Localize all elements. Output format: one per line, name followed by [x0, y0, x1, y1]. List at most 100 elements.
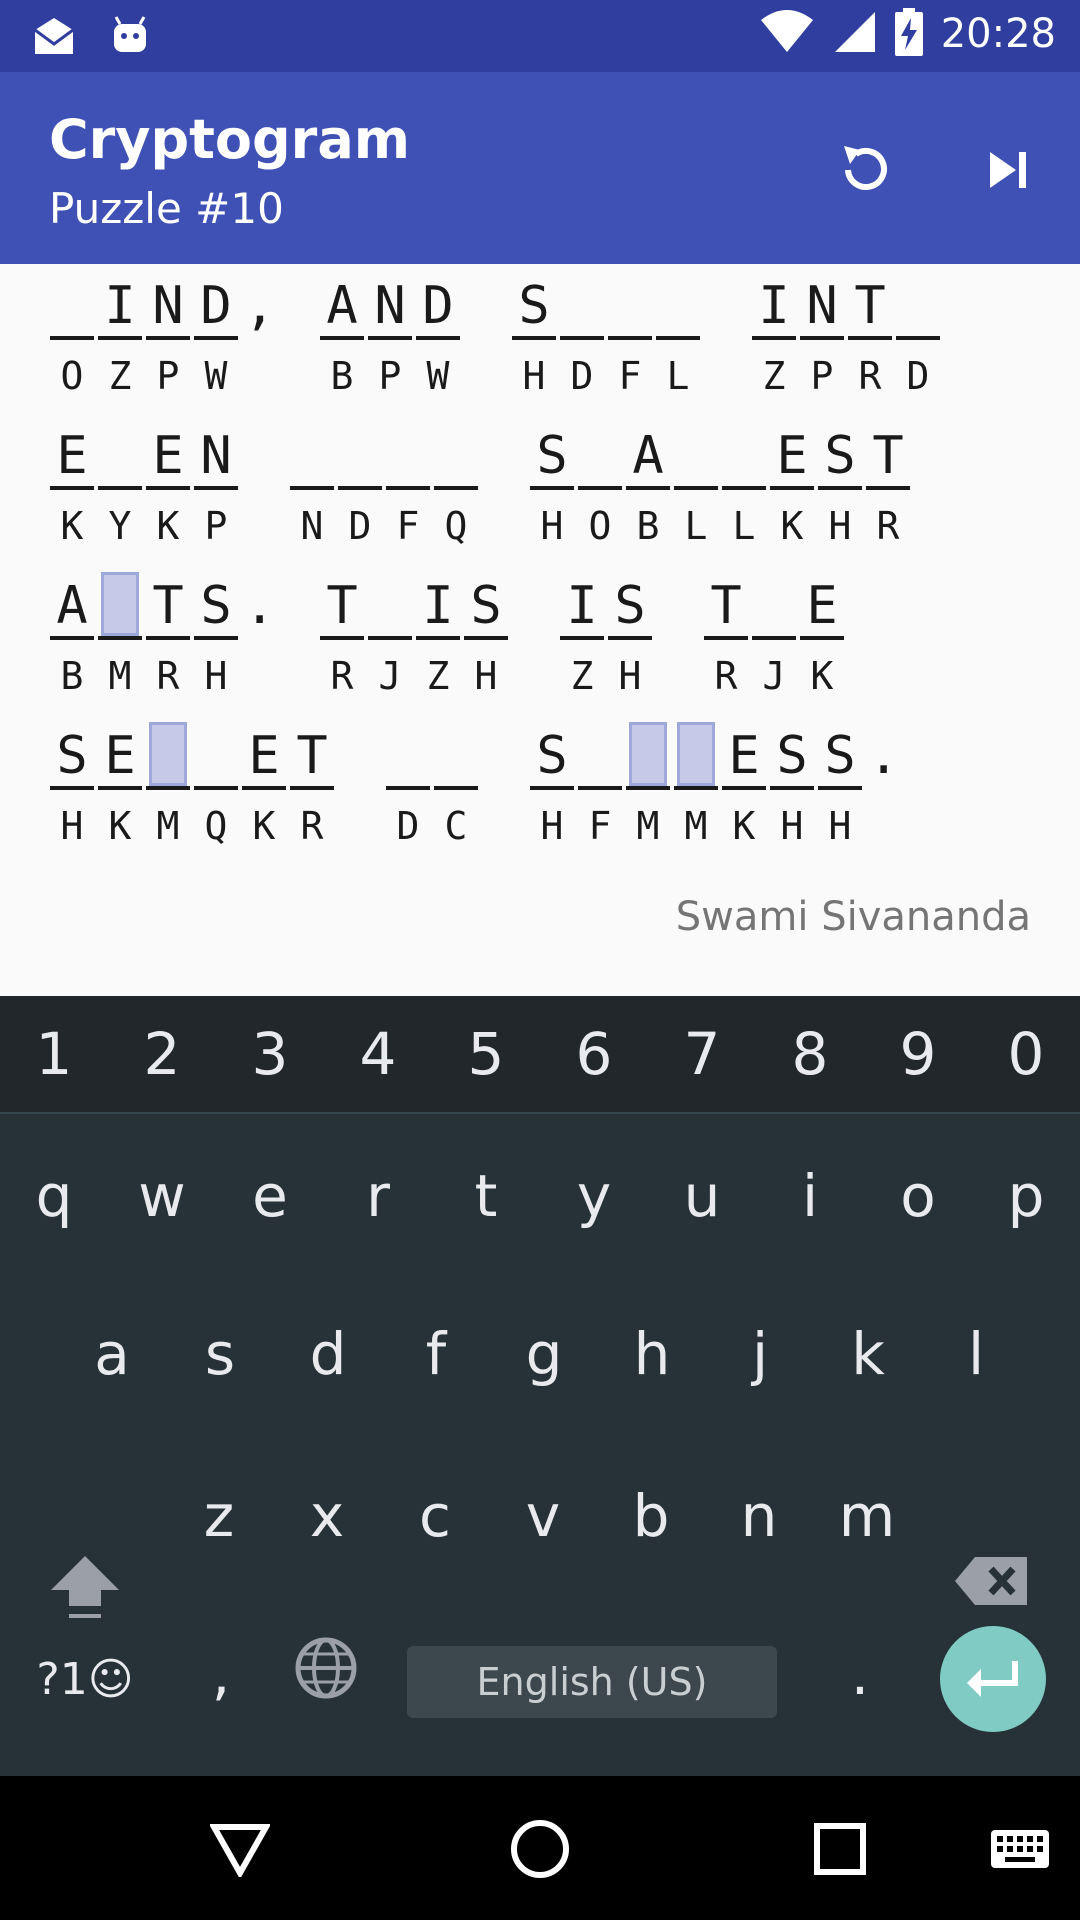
letter-underline	[98, 486, 142, 490]
comma-key[interactable]: ,	[196, 1634, 246, 1714]
key-4[interactable]: 4	[324, 1014, 432, 1094]
key-g[interactable]: g	[490, 1314, 598, 1394]
key-t[interactable]: t	[432, 1156, 540, 1236]
key-w[interactable]: w	[108, 1156, 216, 1236]
letter-underline	[608, 636, 652, 640]
key-n[interactable]: n	[705, 1476, 813, 1556]
letter-underline	[242, 786, 286, 790]
key-e[interactable]: e	[216, 1156, 324, 1236]
plain-letter	[50, 276, 94, 336]
plain-letter: N	[152, 276, 184, 336]
cipher-letter: H	[618, 654, 642, 698]
letter-underline	[674, 486, 718, 490]
key-1[interactable]: 1	[0, 1014, 108, 1094]
letter-underline	[194, 636, 238, 640]
key-7[interactable]: 7	[648, 1014, 756, 1094]
key-d[interactable]: d	[274, 1314, 382, 1394]
key-z[interactable]: z	[165, 1476, 273, 1556]
back-icon	[210, 1824, 270, 1877]
letter-underline	[722, 486, 766, 490]
plain-letter: E	[806, 576, 838, 636]
period-key[interactable]: .	[830, 1634, 890, 1714]
key-0[interactable]: 0	[972, 1014, 1080, 1094]
key-f[interactable]: f	[382, 1314, 490, 1394]
cipher-letter: B	[636, 504, 660, 548]
symbols-key[interactable]: ?1☺	[20, 1640, 150, 1720]
key-r[interactable]: r	[324, 1156, 432, 1236]
shift-key[interactable]	[40, 1546, 130, 1626]
recents-button[interactable]	[795, 1804, 885, 1894]
cipher-letter: H	[828, 504, 852, 548]
skip-next-button[interactable]	[960, 122, 1056, 218]
cipher-letter: B	[60, 654, 84, 698]
cipher-letter: H	[474, 654, 498, 698]
key-s[interactable]: s	[166, 1314, 274, 1394]
punctuation: .	[244, 576, 276, 636]
letter-underline	[578, 486, 622, 490]
space-key[interactable]: English (US)	[407, 1646, 777, 1718]
plain-letter	[386, 726, 430, 786]
cipher-letter: K	[60, 504, 84, 548]
letter-underline	[434, 786, 478, 790]
letter-underline	[722, 786, 766, 790]
key-o[interactable]: o	[864, 1156, 972, 1236]
key-v[interactable]: v	[489, 1476, 597, 1556]
plain-letter	[896, 276, 940, 336]
plain-letter: S	[824, 426, 856, 486]
key-9[interactable]: 9	[864, 1014, 972, 1094]
key-m[interactable]: m	[813, 1476, 921, 1556]
key-h[interactable]: h	[598, 1314, 706, 1394]
cipher-letter: P	[378, 354, 402, 398]
key-b[interactable]: b	[597, 1476, 705, 1556]
language-key[interactable]	[286, 1636, 366, 1716]
plain-letter: E	[56, 426, 88, 486]
key-l[interactable]: l	[922, 1314, 1030, 1394]
key-u[interactable]: u	[648, 1156, 756, 1236]
key-k[interactable]: k	[814, 1314, 922, 1394]
key-3[interactable]: 3	[216, 1014, 324, 1094]
plain-letter: E	[152, 426, 184, 486]
key-c[interactable]: c	[381, 1476, 489, 1556]
cipher-letter: Z	[108, 354, 132, 398]
app-bar: Cryptogram Puzzle #10	[0, 72, 1080, 264]
letter-underline	[146, 486, 190, 490]
home-button[interactable]	[495, 1804, 585, 1894]
key-8[interactable]: 8	[756, 1014, 864, 1094]
cipher-letter: H	[204, 654, 228, 698]
key-j[interactable]: j	[706, 1314, 814, 1394]
plain-letter: I	[422, 576, 454, 636]
key-y[interactable]: y	[540, 1156, 648, 1236]
cipher-letter: Z	[570, 654, 594, 698]
key-5[interactable]: 5	[432, 1014, 540, 1094]
letter-underline	[320, 336, 364, 340]
plain-letter: E	[728, 726, 760, 786]
enter-key[interactable]	[940, 1626, 1046, 1732]
keyboard-switch-button[interactable]	[975, 1804, 1065, 1894]
cipher-letter: W	[204, 354, 228, 398]
letter-underline	[98, 336, 142, 340]
undo-button[interactable]	[816, 122, 912, 218]
back-button[interactable]	[195, 1804, 285, 1894]
cipher-letter: F	[396, 504, 420, 548]
key-6[interactable]: 6	[540, 1014, 648, 1094]
plain-letter: T	[854, 276, 886, 336]
key-x[interactable]: x	[273, 1476, 381, 1556]
key-p[interactable]: p	[972, 1156, 1080, 1236]
cipher-letter: O	[60, 354, 84, 398]
plain-letter: N	[200, 426, 232, 486]
key-q[interactable]: q	[0, 1156, 108, 1236]
letter-underline	[368, 636, 412, 640]
cipher-letter: R	[858, 354, 882, 398]
soft-keyboard: 1234567890 ?1☺ , English (US) . qwertyui…	[0, 996, 1080, 1776]
cipher-letter: K	[108, 804, 132, 848]
cipher-letter: C	[444, 804, 468, 848]
key-2[interactable]: 2	[108, 1014, 216, 1094]
key-a[interactable]: a	[58, 1314, 166, 1394]
cipher-letter: R	[156, 654, 180, 698]
cipher-letter: R	[876, 504, 900, 548]
plain-letter: A	[56, 576, 88, 636]
keyboard-icon	[991, 1830, 1049, 1868]
letter-underline	[194, 336, 238, 340]
key-i[interactable]: i	[756, 1156, 864, 1236]
backspace-key[interactable]	[950, 1551, 1036, 1631]
